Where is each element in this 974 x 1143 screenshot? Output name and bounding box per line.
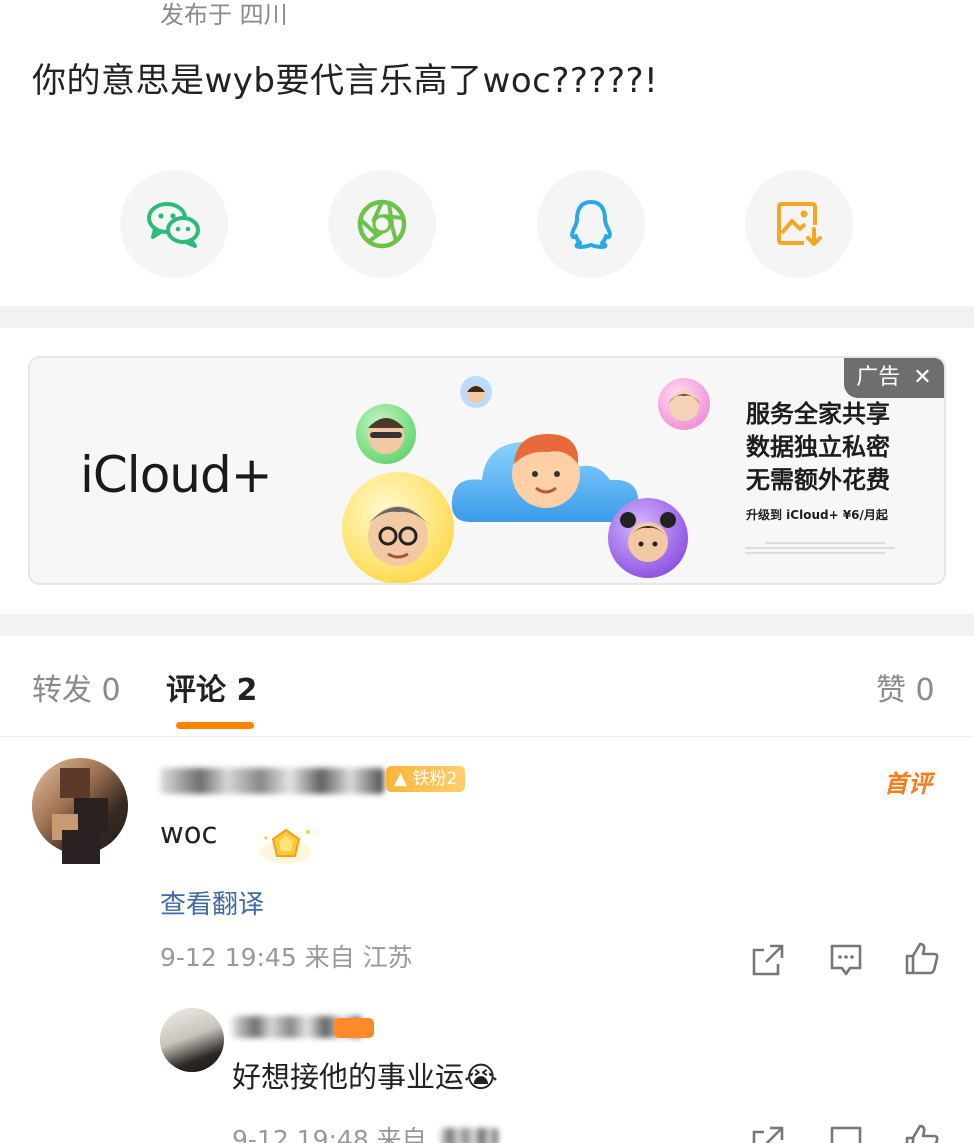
tab-repost[interactable]: 转发 0 — [32, 671, 121, 711]
interaction-tabs: 转发 0 评论 2 赞 0 — [0, 637, 974, 737]
moments-icon — [357, 199, 407, 249]
memoji-cloud-illustration — [342, 376, 710, 583]
like-icon[interactable] — [904, 1122, 940, 1143]
level-badge — [334, 1018, 374, 1038]
share-moments-button[interactable] — [328, 170, 436, 278]
qq-icon — [570, 200, 612, 249]
like-icon[interactable] — [904, 940, 940, 976]
share-bar — [0, 170, 974, 280]
save-image-button[interactable] — [745, 170, 853, 278]
comment-icon[interactable] — [828, 1124, 864, 1143]
section-divider — [0, 306, 974, 328]
ad-tag-label: 广告 — [856, 365, 901, 390]
ad-line-3: 无需额外花费 — [746, 466, 890, 494]
tab-comments[interactable]: 评论 2 — [166, 671, 257, 711]
active-tab-indicator — [176, 722, 254, 729]
reply-meta: 9-12 19:48 来自 — [232, 1125, 427, 1143]
username-blurred[interactable] — [160, 768, 384, 794]
ad-price: 升级到 iCloud+ ¥6/月起 — [746, 508, 888, 522]
comment-text: woc — [160, 816, 218, 850]
ad-close-tag[interactable]: 广告 ✕ — [844, 358, 944, 398]
first-comment-tag: 首评 — [884, 770, 932, 798]
share-wechat-button[interactable] — [120, 170, 228, 278]
post-location: 发布于 四川 — [160, 1, 288, 29]
crown-icon: ▲ — [394, 769, 408, 789]
fan-badge: ▲ 铁粉2 — [386, 766, 466, 792]
ad-fine-print — [745, 539, 895, 557]
post-text: 你的意思是wyb要代言乐高了woc?????! — [32, 61, 659, 101]
fan-badge-label: 铁粉2 — [412, 769, 458, 789]
avatar[interactable] — [160, 1008, 224, 1072]
wechat-icon — [147, 202, 200, 248]
section-divider — [0, 614, 974, 636]
ad-copy: 服务全家共享 数据独立私密 无需额外花费 升级到 iCloud+ ¥6/月起 — [746, 398, 890, 527]
comment-icon[interactable] — [828, 942, 864, 978]
repost-icon[interactable] — [750, 942, 786, 978]
crying-emoji-icon: 😭 — [464, 1060, 498, 1094]
tab-likes[interactable]: 赞 0 — [876, 671, 935, 711]
ad-line-1: 服务全家共享 — [746, 400, 890, 428]
ad-banner[interactable]: iCloud+ 服务全家共享 数据独立私密 无需额外花费 升级到 iCloud+… — [28, 356, 946, 585]
location-blurred — [440, 1128, 498, 1143]
save-image-icon — [777, 202, 822, 246]
repost-icon[interactable] — [750, 1124, 786, 1143]
medal-icon — [260, 828, 312, 864]
comment-meta: 9-12 19:45 来自 江苏 — [160, 943, 413, 972]
close-icon: ✕ — [913, 365, 932, 390]
reply-text-content: 好想接他的事业运 — [232, 1060, 465, 1094]
translate-link[interactable]: 查看翻译 — [160, 884, 264, 921]
share-qq-button[interactable] — [537, 170, 645, 278]
reply-text: 好想接他的事业运😭 — [232, 1058, 498, 1096]
ad-brand-title: iCloud+ — [80, 446, 273, 504]
avatar-pixel-blur — [62, 830, 100, 864]
ad-line-2: 数据独立私密 — [746, 433, 890, 461]
weibo-post-page: 发布于 四川 你的意思是wyb要代言乐高了woc?????! iCloud+ 服… — [0, 0, 974, 1143]
